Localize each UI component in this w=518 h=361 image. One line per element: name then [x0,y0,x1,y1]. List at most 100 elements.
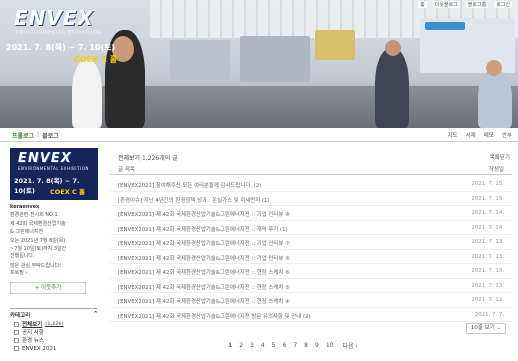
profile-banner-image: ENVEX ENVIRONMENTAL EXHIBITION 2021. 7. … [10,148,98,200]
post-title[interactable]: [ENVEX2021] 제 42회 국제환경산업기술&그린에너지전 :: 개막 … [118,225,448,233]
post-date: 2021. 7. 15. [471,181,504,187]
post-title[interactable]: [ENVEX2021] 제 42회 국제환경산업기술&그린에너지전 :: 현장 … [118,297,448,305]
post-row[interactable]: [ENVEX2021] 제 42회 국제환경산업기술&그린에너지전 방문 유의사… [110,308,512,322]
list-column-header: 글 제목 작성일 [110,165,512,175]
menu-blog[interactable]: 블로그 [42,131,59,140]
folder-icon [14,338,19,343]
page-link[interactable]: 7 [293,342,297,349]
list-icon [14,322,19,327]
exhibition-venue: COEX C 홀 [74,55,118,64]
profile-text: 제 42회 국제환경산업기술 [10,221,66,227]
post-date: 2021. 7. 14. [471,210,504,216]
post-rows: [ENVEX2021] 참여해주신 모든 여러분들께 감사드립니다. (2) 2… [110,177,512,322]
booth-shape [240,36,310,82]
page-link[interactable]: 9 [315,342,319,349]
top-link-neighbor-blog[interactable]: 이웃블로그 [432,1,460,8]
profile-text: 많은 관심 부탁드립니다! [10,262,62,269]
menu-separator: | [37,131,40,138]
page-link[interactable]: 2 [239,342,243,349]
post-comment-count[interactable]: (2) [303,314,311,320]
post-comment-count[interactable]: (1) [262,198,270,204]
post-list-panel: 전체보기 1,226개의 글 목록닫기 글 제목 작성일 [ENVEX2021]… [110,148,512,361]
post-date: 2021. 7. 15. [471,195,504,202]
visitor-face [486,60,502,76]
page-link[interactable]: 6 [283,342,287,349]
envex-logo-text: ENVEX [18,151,72,166]
menu-guestbook[interactable]: 안부 [502,131,512,139]
menu-map[interactable]: 지도 [448,131,458,139]
visitor-figure [72,60,102,128]
post-title[interactable]: [ENVEX2021] 제 42회 국제환경산업기술&그린에너지전 :: 기업 … [118,210,448,218]
post-row[interactable]: [ENVEX2021] 제 42회 국제환경산업기술&그린에너지전 :: 기업 … [110,235,512,250]
post-row[interactable]: [ENVEX2021] 제 42회 국제환경산업기술&그린에너지전 :: 개막 … [110,221,512,235]
post-row[interactable]: [환경이슈] 지난 4년간의 환경정책 성과 : 온실가스 및 미세먼지 (1)… [110,192,512,206]
page-link[interactable]: 1 [228,342,232,349]
rows-per-page-select[interactable]: 10줄 보기 ⌄ [466,323,506,334]
visitor-figure [375,48,409,128]
column-title-header: 글 제목 [118,167,135,173]
post-date: 2021. 7. 13. [471,253,504,260]
folder-icon [14,346,19,351]
top-links: 홈 이웃블로그 블로그홈 로그인 [418,1,512,8]
category-menu: 카테고리 ^ 전체보기 (1,226) 공지 사항 환경 뉴스 ENVEX 20… [10,307,98,353]
post-row[interactable]: [ENVEX2021] 제 42회 국제환경산업기술&그린에너지전 :: 현장 … [110,279,512,293]
post-row[interactable]: [ENVEX2021] 제 42회 국제환경산업기술&그린에너지전 :: 기업 … [110,206,512,221]
menu-library[interactable]: 서재 [466,131,476,139]
visitor-face [385,40,401,56]
page-link[interactable]: 3 [250,342,254,349]
category-item-envex[interactable]: ENVEX 2021 [10,345,98,353]
next-page-button[interactable]: 다음 › [342,341,357,350]
booth-sign [425,22,465,30]
post-title[interactable]: [ENVEX2021] 제 42회 국제환경산업기술&그린에너지전 방문 유의사… [118,312,448,320]
visitor-figure [478,70,512,128]
category-item-label: 환경 뉴스 [22,337,44,344]
envex-logo-sub: ENVIRONMENTAL EXHIBITION [18,166,89,171]
menu-prologue[interactable]: 프롤로그 [12,131,34,140]
post-row[interactable]: [ENVEX2021] 제 42회 국제환경산업기술&그린에너지전 :: 현장 … [110,293,512,308]
list-post-count: 1,226개의 글 [142,155,178,162]
menu-memo[interactable]: 메모 [484,131,494,139]
post-comment-count[interactable]: (1) [280,227,288,233]
profile-text: 진행됩니다. [10,253,35,259]
sidebar: ENVEX ENVIRONMENTAL EXHIBITION 2021. 7. … [10,148,98,361]
list-close-button[interactable]: 목록닫기 [490,153,510,161]
post-title[interactable]: [ENVEX2021] 제 42회 국제환경산업기술&그린에너지전 :: 현장 … [118,283,448,291]
post-row[interactable]: [ENVEX2021] 제 42회 국제환경산업기술&그린에너지전 :: 현장 … [110,264,512,279]
page-link[interactable]: 8 [304,342,308,349]
category-collapse-icon[interactable]: ^ [93,311,98,319]
post-title[interactable]: [ENVEX2021] 제 42회 국제환경산업기술&그린에너지전 :: 기업 … [118,254,448,262]
post-row[interactable]: [ENVEX2021] 제 42회 국제환경산업기술&그린에너지전 :: 기업 … [110,250,512,264]
profile-nickname[interactable]: keraenvex [10,204,98,212]
post-title[interactable]: [ENVEX2021] 제 42회 국제환경산업기술&그린에너지전 :: 기업 … [118,239,448,247]
category-item-all[interactable]: 전체보기 (1,226) [10,321,98,329]
category-item-count: (1,226) [45,321,64,327]
page-link[interactable]: 5 [272,342,276,349]
category-title: 카테고리 [10,312,31,319]
page-link[interactable]: 4 [261,342,265,349]
category-item-notice[interactable]: 공지 사항 [10,329,98,337]
category-item-news[interactable]: 환경 뉴스 [10,337,98,345]
profile-text: ~7월 10일(토)까지 3일간 [10,245,67,252]
top-link-login[interactable]: 로그인 [494,1,512,8]
profile-text: 오는 2021년 7월 8일(목) [10,238,66,244]
post-title[interactable]: [ENVEX2021] 참여해주신 모든 여러분들께 감사드립니다. (2) [118,181,448,189]
column-date-header: 작성일 [488,167,504,173]
post-row[interactable]: [ENVEX2021] 참여해주신 모든 여러분들께 감사드립니다. (2) 2… [110,177,512,192]
top-link-home[interactable]: 홈 [418,1,427,8]
post-date: 2021. 7. 7. [474,311,504,318]
add-neighbor-button[interactable]: + 이웃추가 [10,281,86,294]
category-item-label: ENVEX 2021 [22,345,57,352]
list-header: 전체보기 1,226개의 글 [118,153,178,162]
post-comment-count[interactable]: (2) [254,183,262,189]
post-title[interactable]: [ENVEX2021] 제 42회 국제환경산업기술&그린에너지전 :: 현장 … [118,268,448,276]
list-title: 전체보기 [118,155,141,162]
profile-link[interactable]: 프로필 › [10,270,98,278]
post-date: 2021. 7. 13. [471,282,504,289]
profile-info: keraenvex 환경관련 전시회 NO.1 제 42회 국제환경산업기술 &… [10,204,98,278]
page-link[interactable]: 10 [326,342,334,349]
profile-text: 환경관련 전시회 NO.1 [10,211,58,218]
envex-logo: ENVEX ENVIRONMENTAL EXHIBITION 2021. 7. … [4,6,154,68]
top-link-blog-home[interactable]: 블로그홈 [465,1,489,8]
envex-logo-sub: ENVIRONMENTAL EXHIBITION [16,30,102,36]
post-title[interactable]: [환경이슈] 지난 4년간의 환경정책 성과 : 온실가스 및 미세먼지 (1) [118,196,448,204]
